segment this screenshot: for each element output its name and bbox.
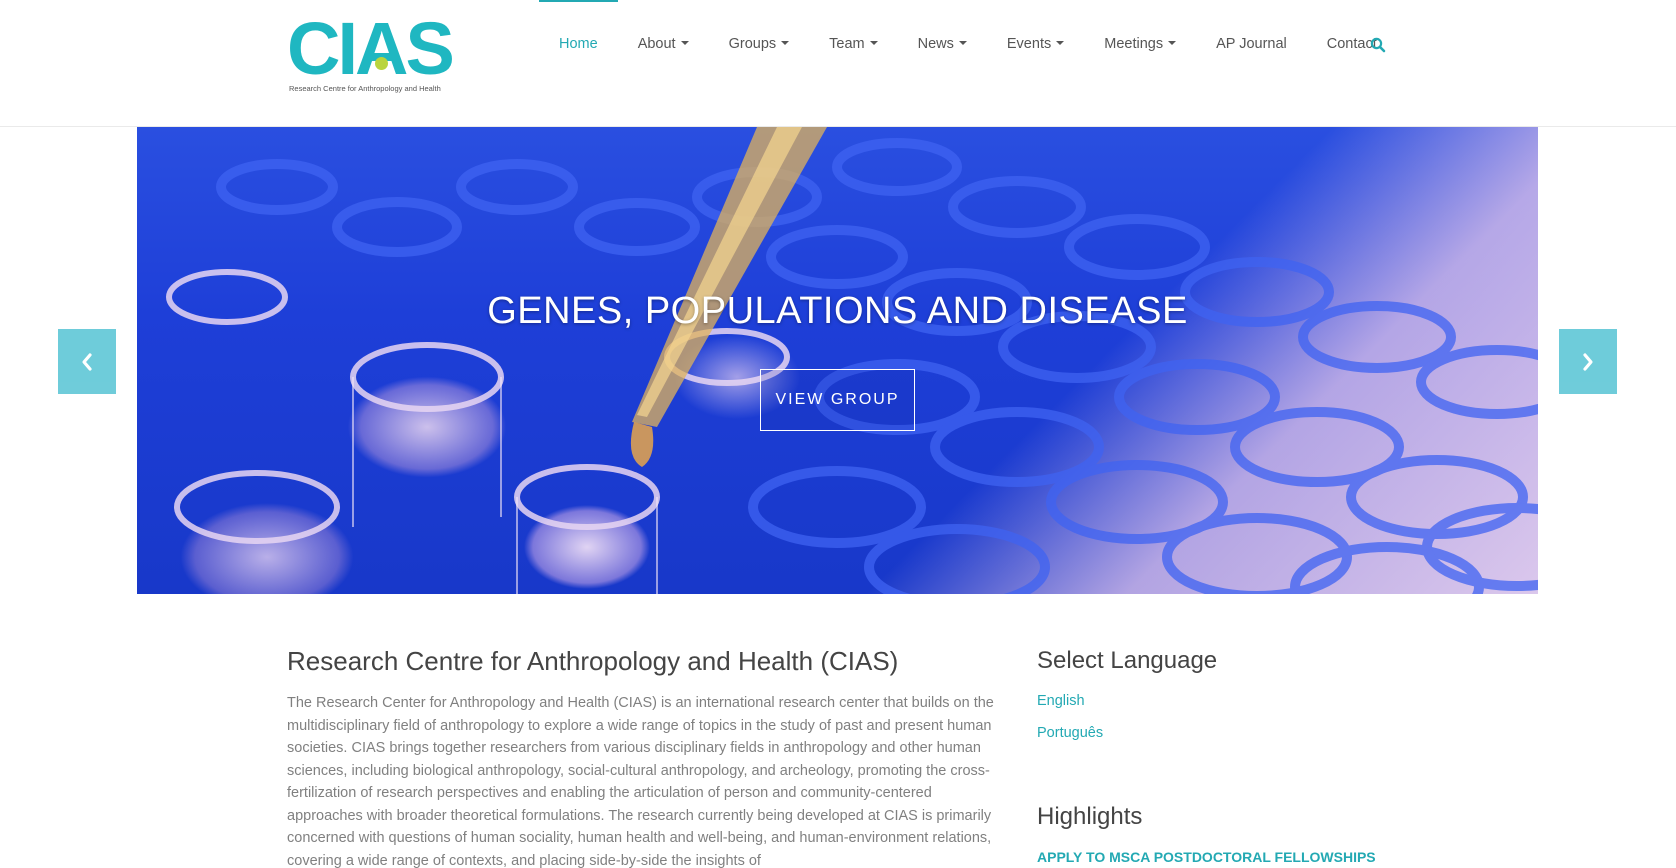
caret-down-icon: [680, 41, 689, 46]
hero-slider: GENES, POPULATIONS AND DISEASE VIEW GROU…: [137, 127, 1538, 594]
nav-item-events[interactable]: Events: [987, 0, 1084, 90]
highlight-link[interactable]: APPLY TO MSCA POSTDOCTORAL FELLOWSHIPS: [1037, 849, 1417, 865]
caret-down-icon: [1056, 41, 1065, 46]
page-title: Research Centre for Anthropology and Hea…: [287, 646, 899, 676]
caret-down-icon: [958, 41, 967, 46]
main-content: Research Centre for Anthropology and Hea…: [287, 645, 997, 868]
logo-wordmark: CIAS: [287, 7, 455, 90]
language-link-english[interactable]: English: [1037, 691, 1417, 711]
search-icon: [1370, 37, 1386, 53]
nav-item-groups[interactable]: Groups: [709, 0, 810, 90]
site-header: CIAS Research Centre for Anthropology an…: [0, 0, 1676, 127]
nav-label: Groups: [728, 36, 777, 52]
nav-item-about[interactable]: About: [618, 0, 709, 90]
caret-down-icon: [781, 41, 790, 46]
nav-label: Team: [829, 36, 865, 52]
pipette-graphic: [630, 127, 827, 467]
search-button[interactable]: [1370, 37, 1390, 57]
nav-item-ap-journal[interactable]: AP Journal: [1196, 0, 1307, 90]
nav-item-home[interactable]: Home: [539, 0, 618, 90]
nav-label: About: [637, 36, 676, 52]
view-group-button[interactable]: VIEW GROUP: [760, 369, 915, 431]
logo-dot: [375, 57, 388, 70]
nav-item-team[interactable]: Team: [809, 0, 897, 90]
slider-next-button[interactable]: [1559, 329, 1617, 394]
nav-label: Events: [1006, 36, 1052, 52]
intro-paragraph: The Research Center for Anthropology and…: [287, 695, 994, 868]
highlights-heading: Highlights: [1037, 803, 1143, 830]
chevron-right-icon: [1583, 352, 1593, 371]
main-nav: Home About Groups Team News Events Meeti…: [539, 0, 1397, 90]
caret-down-icon: [1168, 41, 1177, 46]
logo-tagline: Research Centre for Anthropology and Hea…: [289, 84, 441, 93]
nav-label: AP Journal: [1216, 36, 1287, 52]
language-link-portugues[interactable]: Português: [1037, 723, 1417, 743]
nav-item-news[interactable]: News: [898, 0, 987, 90]
language-heading: Select Language: [1037, 647, 1218, 674]
slider-prev-button[interactable]: [58, 329, 116, 394]
caret-down-icon: [869, 41, 878, 46]
sidebar: Select Language English Português Highli…: [1037, 645, 1417, 865]
slide-title: GENES, POPULATIONS AND DISEASE: [487, 290, 1188, 332]
nav-label: Meetings: [1104, 36, 1164, 52]
cias-logo[interactable]: CIAS Research Centre for Anthropology an…: [287, 7, 455, 97]
nav-item-meetings[interactable]: Meetings: [1084, 0, 1196, 90]
nav-label: News: [917, 36, 954, 52]
nav-label: Home: [559, 36, 598, 52]
chevron-left-icon: [82, 352, 92, 371]
